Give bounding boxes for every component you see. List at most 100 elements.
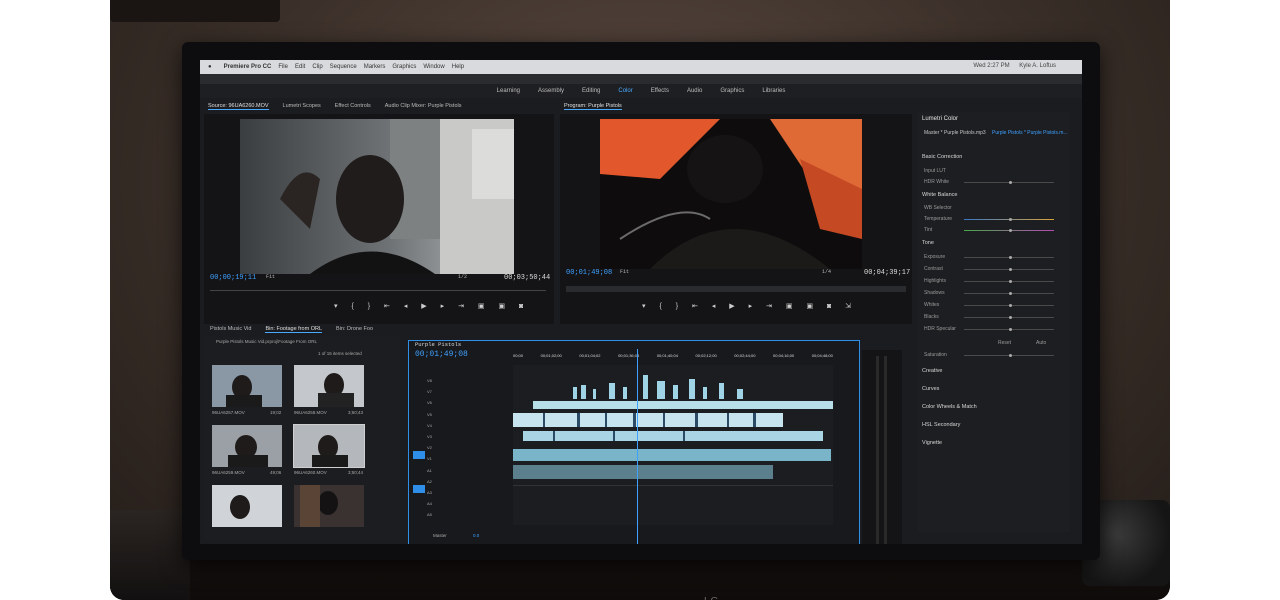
whites-slider[interactable] [964, 304, 1054, 307]
section-curves[interactable]: Curves [922, 386, 939, 392]
tab-effect-controls[interactable]: Effect Controls [335, 103, 371, 110]
tint-slider[interactable] [964, 229, 1054, 232]
temperature-slider[interactable] [964, 218, 1054, 221]
section-creative[interactable]: Creative [922, 368, 942, 374]
lumetri-master[interactable]: Master * Purple Pistols.mp3 [924, 130, 986, 136]
track-a5[interactable]: A5 [427, 509, 432, 520]
workspace-effects[interactable]: Effects [651, 84, 669, 98]
track-v6[interactable]: V6 [427, 397, 432, 408]
exposure-slider[interactable] [964, 256, 1054, 259]
program-transport-controls[interactable]: ▾ { } ⇤ ◂ ▶ ▸ ⇥ ▣ ▣ ◙ ⇲ [642, 302, 857, 310]
saturation-slider[interactable] [964, 354, 1054, 357]
slider-knob[interactable] [1009, 328, 1012, 331]
section-tone[interactable]: Tone [922, 240, 934, 246]
clip-thumbnail[interactable] [212, 425, 282, 467]
playhead[interactable] [637, 349, 638, 544]
clip-thumbnail-selected[interactable] [293, 424, 365, 468]
workspace-audio[interactable]: Audio [687, 84, 702, 98]
slider-knob[interactable] [1009, 354, 1012, 357]
section-white-balance[interactable]: White Balance [922, 192, 957, 198]
track-v1[interactable]: V1 [427, 453, 432, 464]
workspace-learning[interactable]: Learning [497, 84, 520, 98]
section-vignette[interactable]: Vignette [922, 440, 942, 446]
slider-knob[interactable] [1009, 229, 1012, 232]
blacks-slider[interactable] [964, 316, 1054, 319]
menu-clip[interactable]: Clip [312, 64, 322, 70]
tab-bin-drone[interactable]: Bin: Drone Foo [336, 326, 373, 333]
track-v2[interactable]: V2 [427, 442, 432, 453]
clip-thumbnail[interactable] [294, 485, 364, 527]
workspace-graphics[interactable]: Graphics [720, 84, 744, 98]
workspace-color[interactable]: Color [618, 84, 632, 98]
row-input-lut: Input LUT [924, 168, 946, 174]
menu-sequence[interactable]: Sequence [330, 64, 357, 70]
workspace-libraries[interactable]: Libraries [762, 84, 785, 98]
source-scrubber[interactable] [210, 290, 546, 291]
clip-thumbnail[interactable] [212, 485, 282, 527]
menu-edit[interactable]: Edit [295, 64, 305, 70]
track-target-toggle[interactable] [413, 485, 425, 493]
clip-thumbnail[interactable] [294, 365, 364, 407]
menu-markers[interactable]: Markers [364, 64, 386, 70]
hdr-white-slider[interactable] [964, 181, 1054, 184]
source-transport-controls[interactable]: ▾ { } ⇤ ◂ ▶ ▸ ⇥ ▣ ▣ ◙ [334, 302, 529, 310]
slider-knob[interactable] [1009, 316, 1012, 319]
track-a3[interactable]: A3 [427, 487, 432, 498]
section-basic-correction[interactable]: Basic Correction [922, 154, 962, 160]
menu-window[interactable]: Window [423, 64, 444, 70]
tab-bin-footage[interactable]: Bin: Footage from ORL [265, 326, 323, 333]
shadows-slider[interactable] [964, 292, 1054, 295]
highlights-slider[interactable] [964, 280, 1054, 283]
slider-knob[interactable] [1009, 304, 1012, 307]
track-a2[interactable]: A2 [427, 476, 432, 487]
slider-knob[interactable] [1009, 256, 1012, 259]
tab-lumetri-scopes[interactable]: Lumetri Scopes [283, 103, 321, 110]
program-scrubber[interactable] [566, 286, 906, 292]
source-video-frame[interactable] [240, 119, 514, 274]
slider-knob[interactable] [1009, 292, 1012, 295]
clip-duration: 19;02 [270, 410, 282, 415]
track-a1[interactable]: A1 [427, 465, 432, 476]
tab-project[interactable]: Pistols Music Vid [210, 326, 251, 333]
menu-graphics[interactable]: Graphics [392, 64, 416, 70]
ruler-tick: 00;01;04;02 [579, 353, 601, 358]
contrast-slider[interactable] [964, 268, 1054, 271]
program-ratio[interactable]: 1/4 [822, 269, 831, 275]
master-value[interactable]: 0.0 [473, 533, 479, 538]
sequence-title[interactable]: Purple Pistols [415, 341, 461, 348]
clip-thumbnail[interactable] [212, 365, 282, 407]
menu-help[interactable]: Help [452, 64, 464, 70]
source-zoom[interactable]: Fit [266, 274, 275, 280]
slider-knob[interactable] [1009, 181, 1012, 184]
track-v4[interactable]: V4 [427, 420, 432, 431]
workspace-editing[interactable]: Editing [582, 84, 600, 98]
slider-knob[interactable] [1009, 280, 1012, 283]
track-target-toggle[interactable] [413, 451, 425, 459]
auto-button[interactable]: Auto [1036, 340, 1046, 346]
timeline-ruler[interactable]: 00;00 00;01;02;00 00;01;04;02 00;01;36;0… [513, 353, 833, 363]
hdr-specular-slider[interactable] [964, 328, 1054, 331]
workspace-assembly[interactable]: Assembly [538, 84, 564, 98]
apple-icon[interactable]: ● [208, 64, 212, 70]
program-video-frame[interactable] [600, 119, 862, 269]
track-v5[interactable]: V5 [427, 409, 432, 420]
ruler-tick: 00;01;40;04 [656, 353, 678, 358]
program-zoom[interactable]: Fit [620, 269, 629, 275]
track-v3[interactable]: V3 [427, 431, 432, 442]
track-v7[interactable]: V7 [427, 386, 432, 397]
section-color-wheels[interactable]: Color Wheels & Match [922, 404, 977, 410]
menu-file[interactable]: File [278, 64, 288, 70]
tab-source[interactable]: Source: 96UA6260.MOV [208, 103, 269, 110]
tab-program[interactable]: Program: Purple Pistols [564, 103, 622, 110]
section-hsl-secondary[interactable]: HSL Secondary [922, 422, 960, 428]
reset-button[interactable]: Reset [998, 340, 1011, 346]
slider-knob[interactable] [1009, 218, 1012, 221]
track-a4[interactable]: A4 [427, 498, 432, 509]
track-v8[interactable]: V8 [427, 375, 432, 386]
app-name[interactable]: Premiere Pro CC [224, 64, 272, 70]
timeline-clips[interactable] [513, 365, 833, 525]
tab-audio-clip-mixer[interactable]: Audio Clip Mixer: Purple Pistols [385, 103, 462, 110]
lumetri-sequence[interactable]: Purple Pistols * Purple Pistols.m... [992, 130, 1068, 136]
slider-knob[interactable] [1009, 268, 1012, 271]
source-ratio[interactable]: 1/2 [458, 274, 467, 280]
